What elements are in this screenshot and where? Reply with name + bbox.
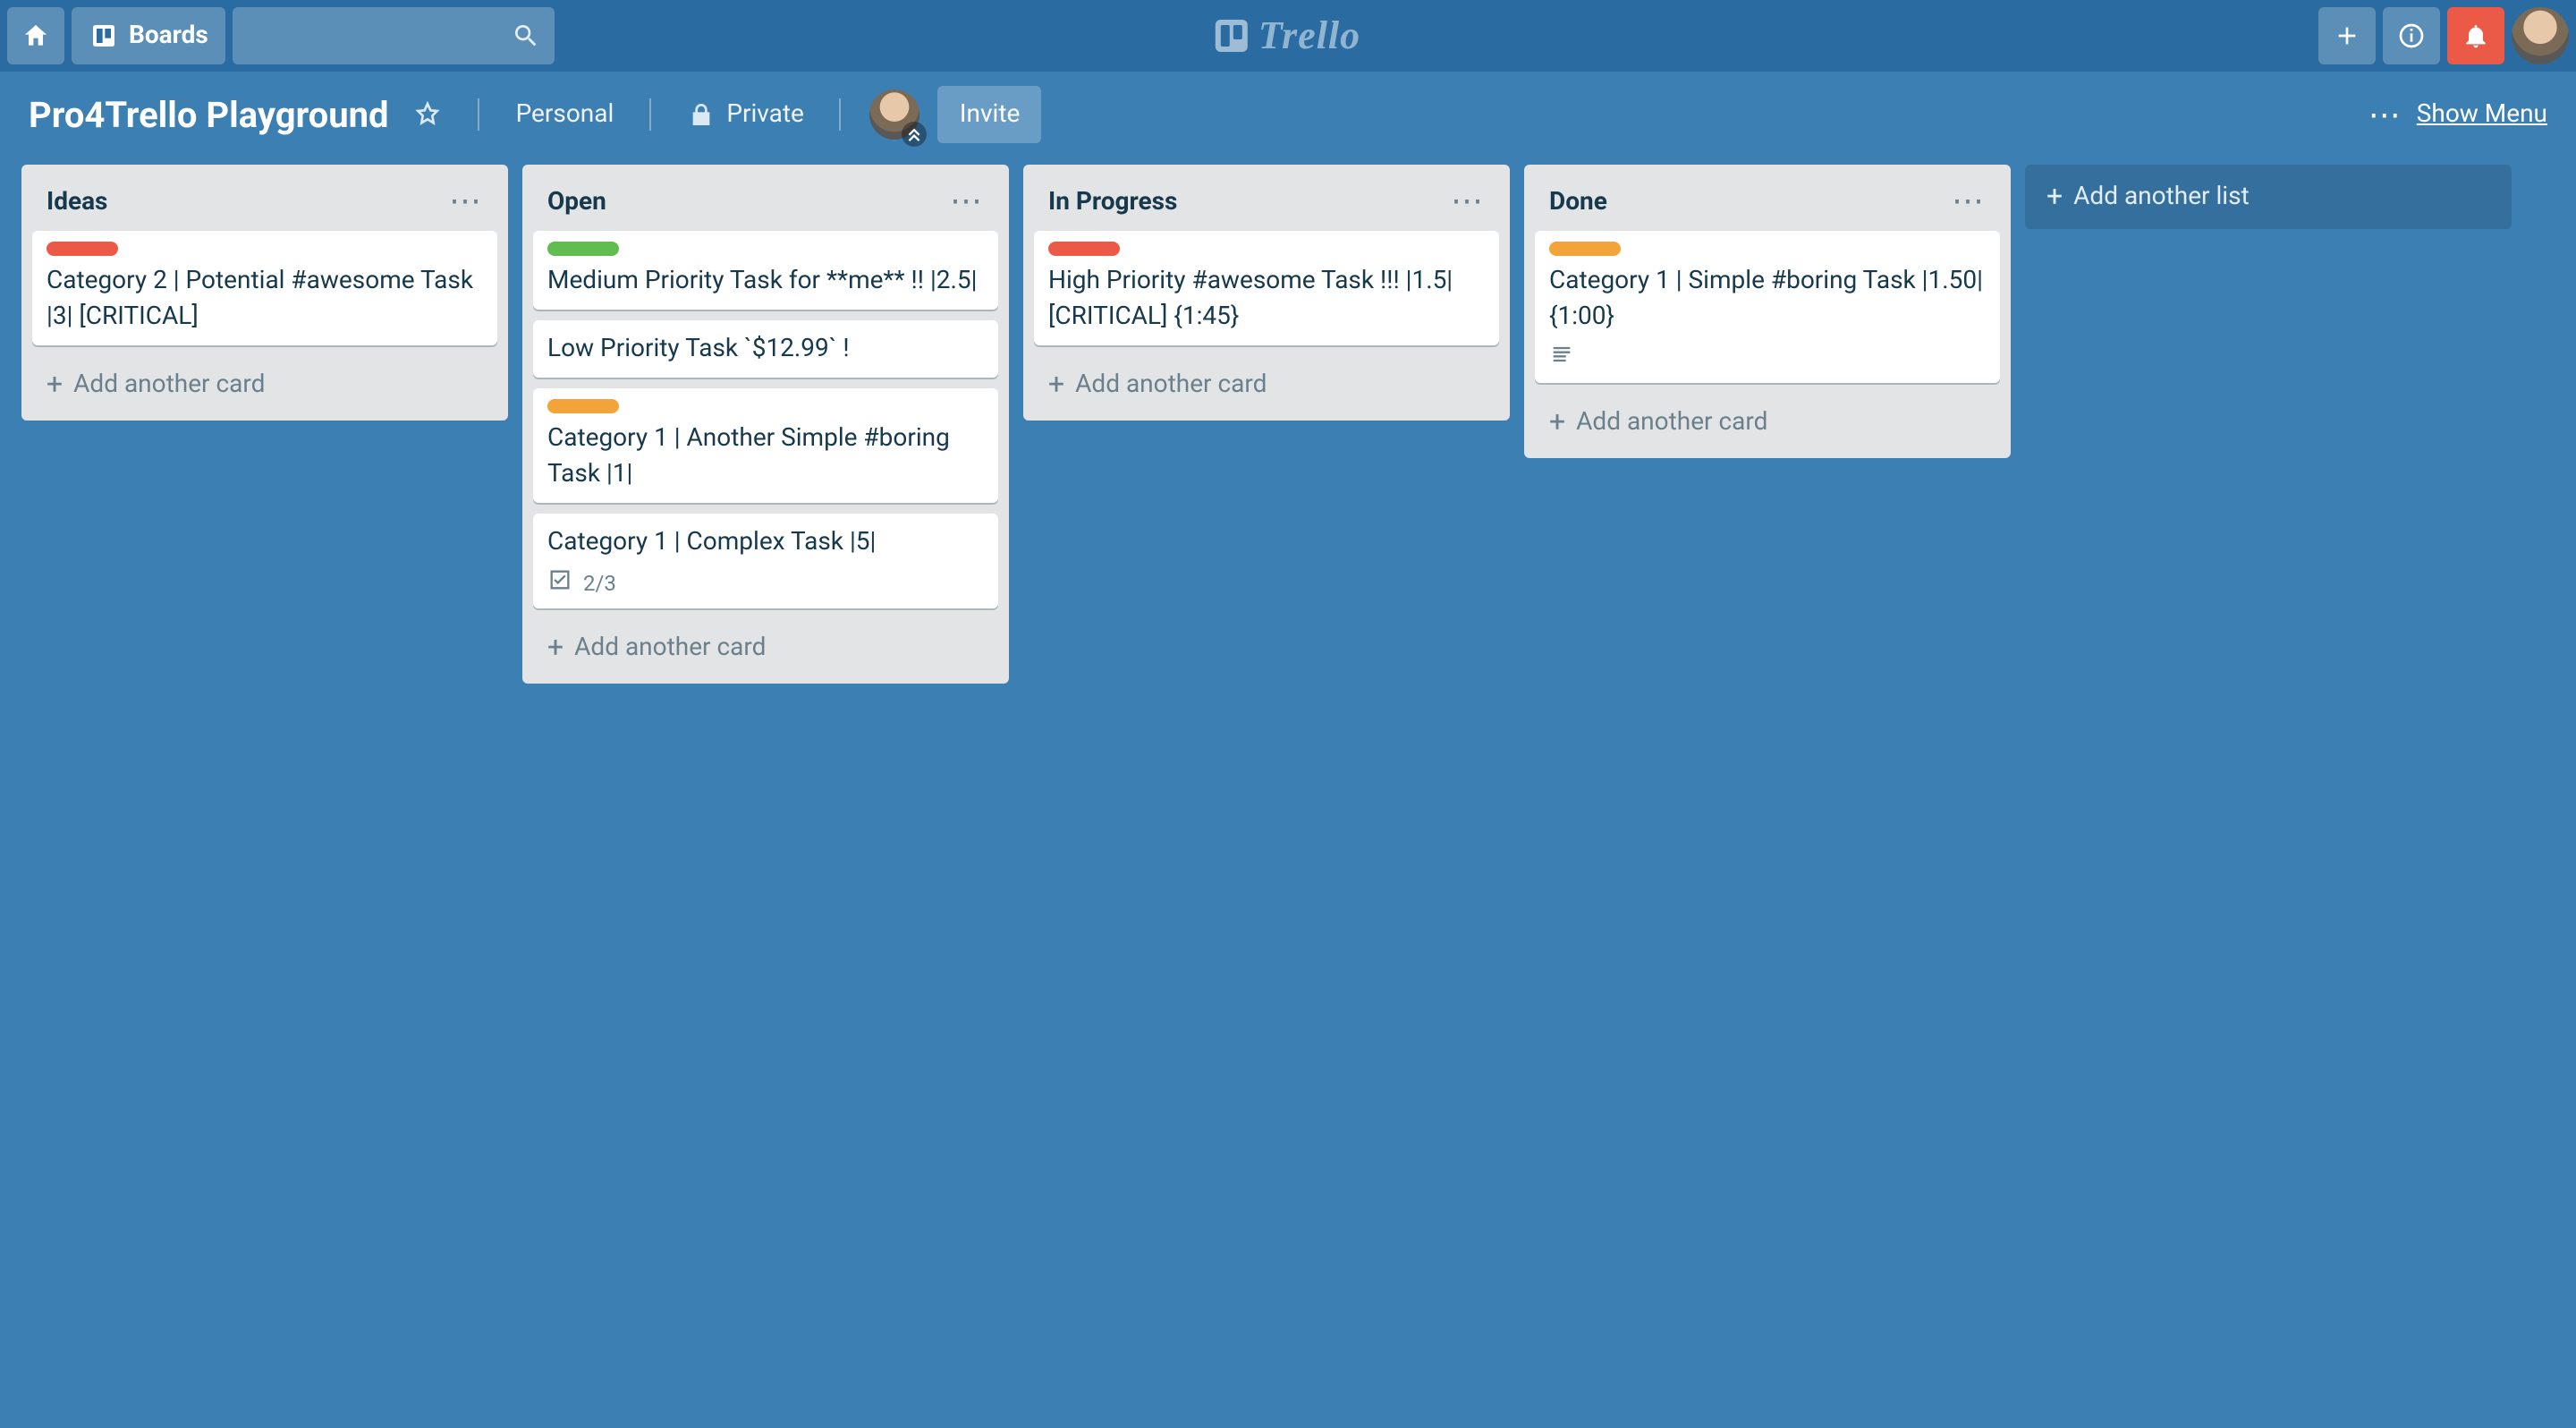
team-label: Personal xyxy=(516,100,614,129)
add-card-button[interactable]: + Add another card xyxy=(1034,356,1499,413)
global-header: Boards Trello xyxy=(0,0,2576,72)
card[interactable]: Category 2 | Potential #awesome Task |3|… xyxy=(32,231,497,345)
card-label xyxy=(1549,242,1621,256)
divider xyxy=(840,98,842,131)
list-title[interactable]: In Progress xyxy=(1048,187,1177,216)
card-title: Category 1 | Simple #boring Task |1.50| … xyxy=(1549,263,1986,335)
list-header: Open ⋯ xyxy=(533,175,998,231)
app-root: Boards Trello Pro4Trello Playground xyxy=(0,0,2576,1428)
card[interactable]: Category 1 | Simple #boring Task |1.50| … xyxy=(1535,231,2000,383)
list-header: Done ⋯ xyxy=(1535,175,2000,231)
home-button[interactable] xyxy=(7,7,64,64)
card-label xyxy=(1048,242,1120,256)
card-badges xyxy=(1549,342,1986,372)
plus-icon: + xyxy=(47,370,63,399)
list-title[interactable]: Ideas xyxy=(47,187,107,216)
card-title: Category 2 | Potential #awesome Task |3|… xyxy=(47,263,483,335)
notifications-button[interactable] xyxy=(2447,7,2504,64)
visibility-button[interactable]: Private xyxy=(680,86,811,143)
add-card-label: Add another card xyxy=(1075,370,1267,399)
add-card-button[interactable]: + Add another card xyxy=(32,356,497,413)
add-list-button[interactable]: + Add another list xyxy=(2025,165,2512,229)
list: Open ⋯ Medium Priority Task for **me** !… xyxy=(522,165,1009,684)
card-label xyxy=(47,242,118,256)
checklist-count: 2/3 xyxy=(583,570,616,595)
list-menu-button[interactable]: ⋯ xyxy=(449,183,483,220)
card-title: Category 1 | Another Simple #boring Task… xyxy=(547,421,984,492)
boards-button-label: Boards xyxy=(129,21,208,50)
card-title: Low Priority Task `$12.99` ! xyxy=(547,331,984,367)
add-card-label: Add another card xyxy=(73,370,265,399)
trello-logo-icon xyxy=(1216,20,1248,52)
card[interactable]: High Priority #awesome Task !!! |1.5| [C… xyxy=(1034,231,1499,345)
list-cards: High Priority #awesome Task !!! |1.5| [C… xyxy=(1034,231,1499,356)
add-list-label: Add another list xyxy=(2073,183,2250,211)
star-board-button[interactable] xyxy=(407,86,450,143)
board-header-right: ⋯ Show Menu xyxy=(2368,96,2547,133)
member-badge-icon xyxy=(902,122,928,147)
card-title: Medium Priority Task for **me** !! |2.5| xyxy=(547,263,984,299)
card[interactable]: Medium Priority Task for **me** !! |2.5| xyxy=(533,231,998,310)
board-member-avatar[interactable] xyxy=(870,89,920,140)
board-title[interactable]: Pro4Trello Playground xyxy=(29,93,389,136)
list: In Progress ⋯ High Priority #awesome Tas… xyxy=(1023,165,1510,421)
card-label xyxy=(547,399,619,413)
list-title[interactable]: Open xyxy=(547,187,606,216)
info-icon xyxy=(2397,21,2426,50)
card-badges: 2/3 xyxy=(547,567,984,598)
visibility-label: Private xyxy=(726,100,804,129)
list-menu-button[interactable]: ⋯ xyxy=(1451,183,1485,220)
plus-icon: + xyxy=(1048,370,1064,399)
add-card-label: Add another card xyxy=(574,633,766,662)
card[interactable]: Low Priority Task `$12.99` ! xyxy=(533,320,998,378)
app-logo[interactable]: Trello xyxy=(1216,13,1360,59)
invite-button[interactable]: Invite xyxy=(938,86,1041,143)
card[interactable]: Category 1 | Complex Task |5| 2/3 xyxy=(533,514,998,608)
divider xyxy=(479,98,480,131)
board-header: Pro4Trello Playground Personal Private I… xyxy=(0,72,2576,157)
card-title: Category 1 | Complex Task |5| xyxy=(547,524,984,560)
plus-icon: + xyxy=(2046,183,2063,211)
boards-icon xyxy=(89,21,118,50)
list: Ideas ⋯ Category 2 | Potential #awesome … xyxy=(21,165,508,421)
card[interactable]: Category 1 | Another Simple #boring Task… xyxy=(533,388,998,503)
list-header: Ideas ⋯ xyxy=(32,175,497,231)
description-icon xyxy=(1549,342,1574,372)
search-icon xyxy=(513,21,541,50)
invite-label: Invite xyxy=(960,100,1020,129)
header-right-tools xyxy=(2318,7,2569,64)
plus-icon: + xyxy=(1549,408,1565,437)
list-header: In Progress ⋯ xyxy=(1034,175,1499,231)
home-icon xyxy=(21,21,50,50)
list: Done ⋯ Category 1 | Simple #boring Task … xyxy=(1524,165,2011,458)
list-menu-button[interactable]: ⋯ xyxy=(1952,183,1986,220)
add-card-label: Add another card xyxy=(1576,408,1767,437)
add-card-button[interactable]: + Add another card xyxy=(1535,394,2000,451)
search-input[interactable] xyxy=(233,7,555,64)
star-icon xyxy=(414,100,443,129)
plus-icon xyxy=(2333,21,2361,50)
list-menu-button[interactable]: ⋯ xyxy=(950,183,984,220)
board-menu-icon[interactable]: ⋯ xyxy=(2368,96,2402,133)
card-title: High Priority #awesome Task !!! |1.5| [C… xyxy=(1048,263,1485,335)
add-card-button[interactable]: + Add another card xyxy=(533,619,998,676)
board-canvas[interactable]: Ideas ⋯ Category 2 | Potential #awesome … xyxy=(0,157,2576,1428)
card-label xyxy=(547,242,619,256)
boards-button[interactable]: Boards xyxy=(72,7,226,64)
show-menu-button[interactable]: Show Menu xyxy=(2417,100,2547,129)
app-logo-text: Trello xyxy=(1258,13,1360,59)
team-button[interactable]: Personal xyxy=(509,86,622,143)
list-cards: Category 2 | Potential #awesome Task |3|… xyxy=(32,231,497,356)
user-avatar[interactable] xyxy=(2512,7,2569,64)
create-button[interactable] xyxy=(2318,7,2376,64)
info-button[interactable] xyxy=(2383,7,2440,64)
bell-icon xyxy=(2462,21,2490,50)
checklist-icon xyxy=(547,567,572,598)
lock-icon xyxy=(687,100,716,129)
plus-icon: + xyxy=(547,633,564,662)
divider xyxy=(649,98,651,131)
list-cards: Medium Priority Task for **me** !! |2.5|… xyxy=(533,231,998,619)
list-title[interactable]: Done xyxy=(1549,187,1607,216)
list-cards: Category 1 | Simple #boring Task |1.50| … xyxy=(1535,231,2000,394)
